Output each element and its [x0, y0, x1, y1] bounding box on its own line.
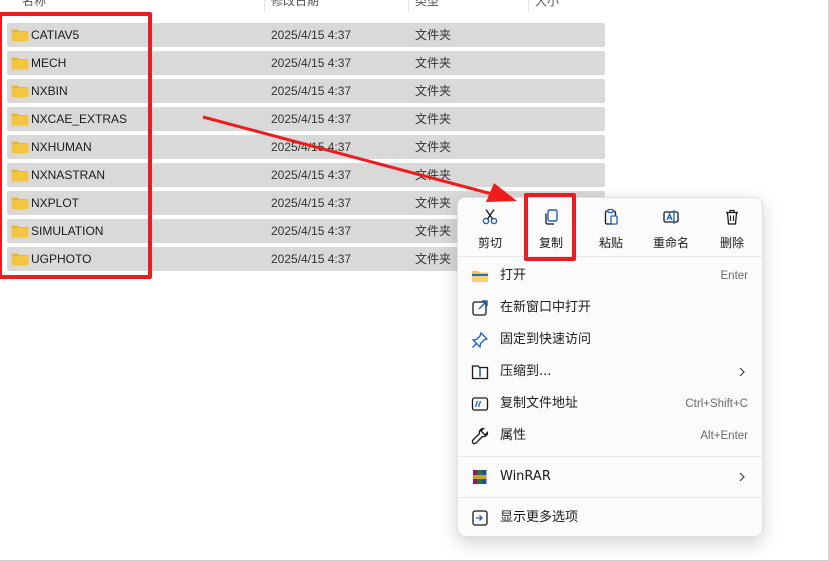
- clipboard-icon: [604, 208, 618, 225]
- menu-item-more-options-label: 显示更多选项: [500, 510, 579, 525]
- file-modified-date: 2025/4/15 4:37: [271, 252, 352, 266]
- menu-item-copy-path[interactable]: 复制文件地址 Ctrl+Shift+C: [458, 388, 764, 420]
- delete-label: 删除: [719, 236, 744, 250]
- more-options-icon: [472, 510, 488, 526]
- menu-item-open-shortcut: Enter: [720, 270, 749, 282]
- column-size[interactable]: 大小: [528, 0, 608, 11]
- column-header: 名称 修改日期 类型 大小: [0, 0, 610, 11]
- file-type: 文件夹: [415, 112, 452, 126]
- menu-item-copy-path-shortcut: Ctrl+Shift+C: [685, 398, 748, 410]
- cut-label: 剪切: [477, 236, 502, 250]
- menu-divider: [458, 256, 764, 257]
- file-type: 文件夹: [415, 252, 452, 266]
- menu-item-pin-label: 固定到快速访问: [500, 332, 592, 347]
- file-type: 文件夹: [415, 168, 452, 182]
- menu-item-properties-shortcut: Alt+Enter: [700, 430, 748, 442]
- scissors-icon: [482, 209, 498, 225]
- menu-item-open-new-window[interactable]: 在新窗口中打开: [458, 292, 764, 324]
- menu-item-open-new-window-label: 在新窗口中打开: [500, 300, 592, 315]
- paste-button[interactable]: 粘贴: [585, 206, 637, 254]
- annotation-box-copy: [524, 193, 576, 261]
- menu-item-pin-quick-access[interactable]: 固定到快速访问: [458, 324, 764, 356]
- file-type: 文件夹: [415, 84, 452, 98]
- open-new-window-icon: [472, 300, 488, 316]
- menu-item-open[interactable]: 打开 Enter: [458, 260, 764, 292]
- quick-actions-bar: 剪切 复制 粘贴 重命名 删除: [458, 198, 764, 256]
- file-type: 文件夹: [415, 196, 452, 210]
- menu-divider: [458, 497, 764, 498]
- folder-open-icon: [472, 271, 488, 282]
- file-type: 文件夹: [415, 56, 452, 70]
- column-modified[interactable]: 修改日期: [264, 0, 408, 11]
- annotation-box-selection: [0, 12, 152, 279]
- file-modified-date: 2025/4/15 4:37: [271, 140, 352, 154]
- file-modified-date: 2025/4/15 4:37: [271, 84, 352, 98]
- chevron-right-icon: [739, 472, 745, 482]
- file-type: 文件夹: [415, 28, 452, 42]
- menu-item-winrar[interactable]: WinRAR: [458, 461, 764, 493]
- rename-label: 重命名: [652, 236, 689, 250]
- menu-item-compress-label: 压缩到...: [500, 364, 552, 379]
- menu-divider: [458, 456, 764, 457]
- delete-button[interactable]: 删除: [706, 206, 758, 254]
- menu-item-winrar-label: WinRAR: [500, 469, 551, 484]
- menu-item-properties[interactable]: 属性 Alt+Enter: [458, 420, 764, 452]
- menu-item-open-label: 打开: [500, 268, 527, 283]
- menu-item-more-options[interactable]: 显示更多选项: [458, 502, 764, 534]
- copy-path-icon: [471, 397, 489, 411]
- menu-item-properties-label: 属性: [500, 428, 527, 443]
- menu-item-copy-path-label: 复制文件地址: [500, 396, 579, 411]
- compress-icon: [471, 365, 489, 380]
- file-modified-date: 2025/4/15 4:37: [271, 56, 352, 70]
- menu-item-compress[interactable]: 压缩到...: [458, 356, 764, 388]
- file-modified-date: 2025/4/15 4:37: [271, 168, 352, 182]
- trash-icon: [726, 209, 738, 225]
- file-type: 文件夹: [415, 224, 452, 238]
- file-modified-date: 2025/4/15 4:37: [271, 224, 352, 238]
- file-explorer-pane: 名称 修改日期 类型 大小 CATIAV5 2025/4/15 4:37 文件夹 ME…: [0, 0, 829, 561]
- wrench-icon: [471, 427, 489, 445]
- cut-button[interactable]: 剪切: [464, 206, 516, 254]
- context-menu: 剪切 复制 粘贴 重命名 删除 打开 Enter 在新窗口中打开 固定到快速访问…: [457, 197, 764, 537]
- column-name[interactable]: 名称: [16, 0, 264, 11]
- rename-icon: [663, 210, 679, 224]
- paste-label: 粘贴: [598, 236, 623, 250]
- chevron-right-icon: [739, 367, 745, 377]
- winrar-icon: [473, 470, 487, 484]
- file-modified-date: 2025/4/15 4:37: [271, 112, 352, 126]
- column-type[interactable]: 类型: [408, 0, 528, 11]
- file-modified-date: 2025/4/15 4:37: [271, 28, 352, 42]
- file-type: 文件夹: [415, 140, 452, 154]
- pin-icon: [471, 331, 489, 349]
- file-modified-date: 2025/4/15 4:37: [271, 196, 352, 210]
- rename-button[interactable]: 重命名: [645, 206, 697, 254]
